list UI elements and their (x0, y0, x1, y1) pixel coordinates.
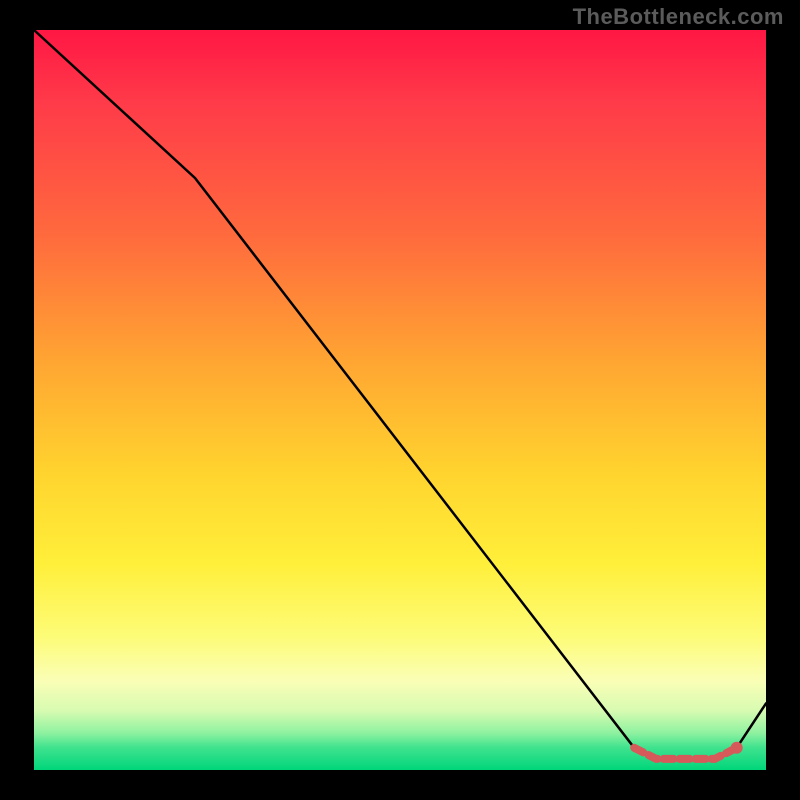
marker-dot (731, 742, 743, 754)
optimal-zone-line (634, 748, 737, 759)
watermark-text: TheBottleneck.com (573, 4, 784, 30)
chart-svg (34, 30, 766, 770)
plot-area (34, 30, 766, 770)
chart-frame: TheBottleneck.com (0, 0, 800, 800)
bottleneck-curve-line (34, 30, 766, 759)
